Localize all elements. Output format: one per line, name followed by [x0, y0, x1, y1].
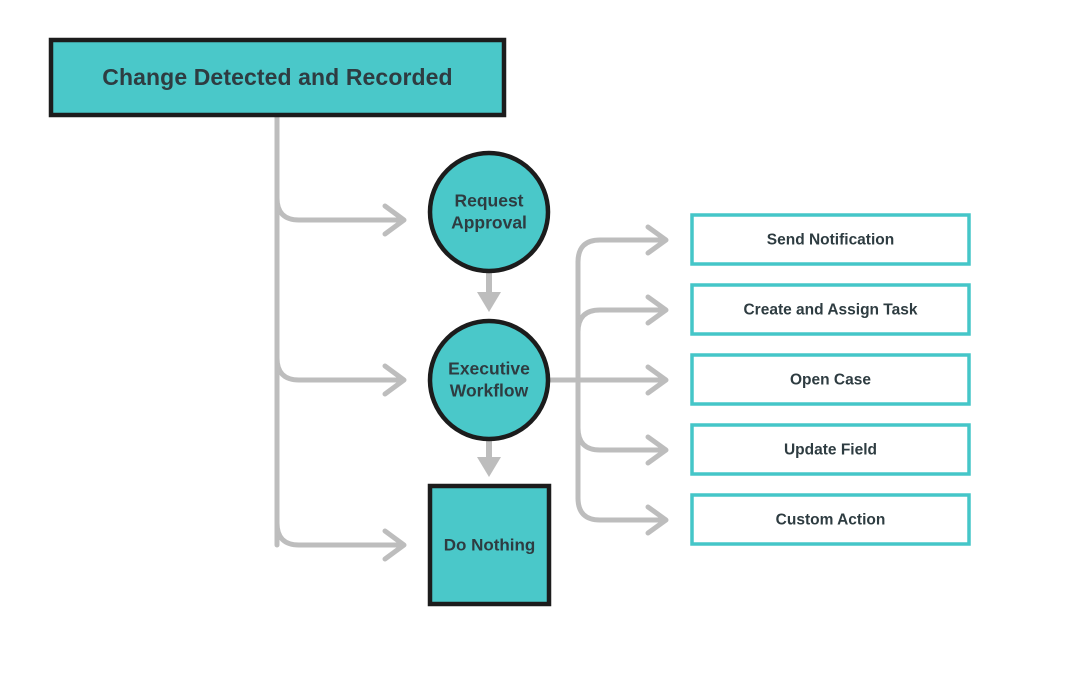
node-do-nothing[interactable]: Do Nothing — [427, 483, 552, 607]
open-case-label: Open Case — [790, 372, 871, 389]
node-update-field[interactable]: Update Field — [690, 423, 971, 476]
node-executive-workflow[interactable]: Executive Workflow — [427, 318, 551, 442]
do-nothing-label: Do Nothing — [444, 535, 536, 554]
node-change-detected-and-recorded[interactable]: Change Detected and Recorded — [48, 37, 507, 118]
create-and-assign-task-label: Create and Assign Task — [743, 302, 917, 319]
workflow-diagram-canvas: Change Detected and Recorded Request App… — [48, 37, 971, 607]
node-request-approval[interactable]: Request Approval — [427, 150, 551, 274]
executive-workflow-label-line2: Workflow — [450, 381, 529, 401]
connector-trunk-to-request-approval — [274, 195, 402, 223]
arrow-head-executive-workflow-to-do-nothing — [477, 457, 501, 477]
connector-trunk-to-executive-workflow — [274, 355, 402, 383]
node-send-notification[interactable]: Send Notification — [690, 213, 971, 266]
arrow-head-request-approval-to-executive-workflow — [477, 292, 501, 312]
node-custom-action[interactable]: Custom Action — [690, 493, 971, 546]
custom-action-label: Custom Action — [776, 512, 886, 529]
connector-trunk-to-do-nothing — [274, 520, 402, 548]
node-create-and-assign-task[interactable]: Create and Assign Task — [690, 283, 971, 336]
update-field-label: Update Field — [784, 442, 877, 459]
send-notification-label: Send Notification — [767, 232, 894, 249]
node-open-case[interactable]: Open Case — [690, 353, 971, 406]
request-approval-label-line1: Request — [454, 191, 523, 211]
change-detected-label: Change Detected and Recorded — [102, 64, 452, 90]
executive-workflow-label-line1: Executive — [448, 359, 530, 379]
request-approval-label-line2: Approval — [451, 213, 527, 233]
workflow-diagram: Change Detected and Recorded Request App… — [0, 0, 1067, 677]
